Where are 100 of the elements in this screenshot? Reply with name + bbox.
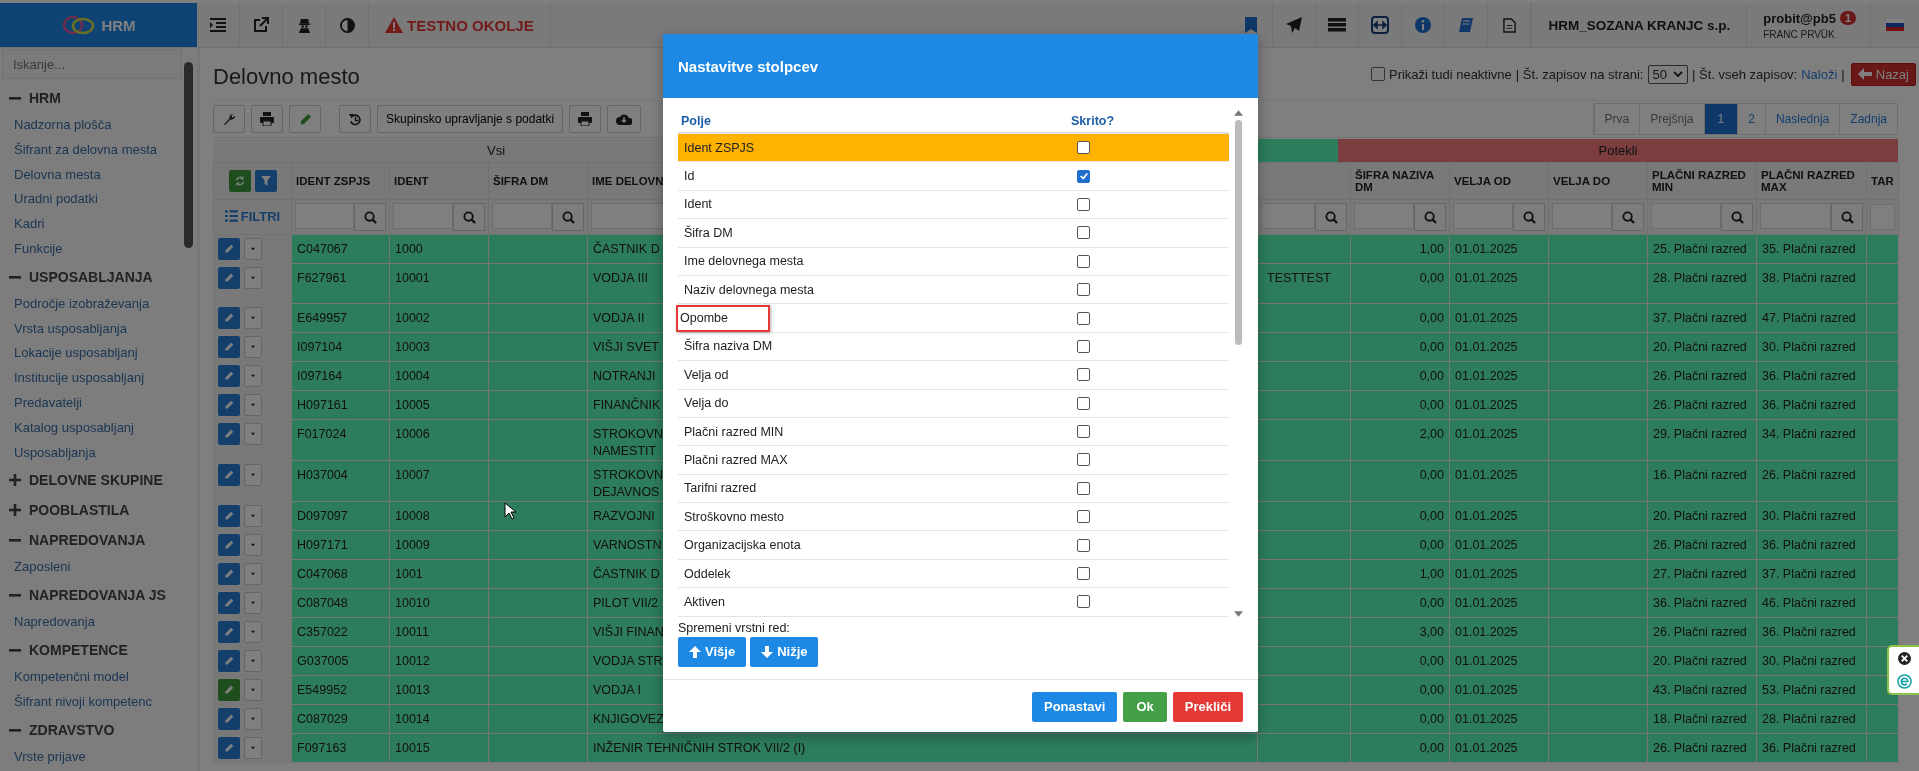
field-row[interactable]: Id: [678, 162, 1229, 191]
edit-button[interactable]: [218, 238, 240, 260]
checkbox[interactable]: [1077, 339, 1090, 353]
filter-field[interactable]: [1453, 203, 1513, 229]
menu-item[interactable]: Vrsta usposabljanja: [0, 316, 184, 342]
edit-button[interactable]: [218, 534, 240, 556]
checkbox[interactable]: [1077, 453, 1090, 467]
filter-field[interactable]: [1552, 203, 1612, 229]
menu-item[interactable]: Katalog usposabljanj: [0, 415, 184, 441]
move-down-button[interactable]: Nižje: [750, 636, 819, 667]
move-up-button[interactable]: Višje: [678, 636, 747, 667]
edit-button[interactable]: [218, 563, 240, 585]
load-link[interactable]: Naloži: [1801, 66, 1838, 82]
menu-item[interactable]: Nadzorna plošča: [0, 113, 184, 138]
edit-button[interactable]: [289, 105, 321, 133]
field-row[interactable]: Šifra naziva DM: [678, 332, 1229, 362]
menu-item[interactable]: Funkcije: [0, 237, 184, 262]
checkbox[interactable]: [1077, 425, 1090, 439]
dropdown-button[interactable]: [244, 650, 262, 672]
field-row[interactable]: Naziv delovnega mesta: [678, 275, 1229, 305]
dropdown-button[interactable]: [244, 534, 262, 556]
checkbox[interactable]: [1077, 396, 1090, 410]
group-edit-button[interactable]: Skupinsko upravljanje s podatki: [377, 105, 564, 133]
undo-button[interactable]: [339, 105, 371, 133]
user-menu[interactable]: probit@pb5 1 FRANC PRVÜK: [1747, 3, 1871, 47]
refresh-button[interactable]: [228, 170, 251, 192]
dropdown-button[interactable]: [244, 394, 262, 416]
edit-button[interactable]: [218, 621, 240, 643]
dropdown-button[interactable]: [244, 464, 262, 486]
dropdown-button[interactable]: [244, 679, 262, 701]
reset-button[interactable]: Ponastavi: [1031, 691, 1118, 722]
menu-group[interactable]: DELOVNE SKUPINE: [0, 465, 184, 496]
back-button[interactable]: Nazaj: [1850, 62, 1916, 86]
search-button[interactable]: [1513, 203, 1545, 231]
dropdown-button[interactable]: [244, 423, 262, 445]
menu-item[interactable]: Napredovanja: [0, 610, 184, 635]
checkbox[interactable]: [1077, 481, 1090, 495]
filter-field[interactable]: [1354, 203, 1414, 229]
filter-field[interactable]: [295, 203, 354, 229]
edit-button[interactable]: [218, 336, 240, 358]
edit-button[interactable]: [218, 365, 240, 387]
search-button[interactable]: [1612, 203, 1644, 231]
dropdown-button[interactable]: [244, 621, 262, 643]
menu-group[interactable]: POOBLASTILA: [0, 495, 184, 526]
search-button[interactable]: [354, 203, 386, 231]
edit-button[interactable]: [218, 650, 240, 672]
filter-field[interactable]: [1651, 203, 1721, 229]
menu-item[interactable]: Kompetenčni model: [0, 664, 184, 690]
field-row[interactable]: Velja do: [678, 389, 1229, 418]
checkbox[interactable]: [1077, 197, 1090, 211]
field-row[interactable]: Plačni razred MAX: [678, 446, 1229, 475]
checkbox[interactable]: [1077, 567, 1090, 581]
search-field[interactable]: Iskanje...: [2, 49, 182, 79]
checkbox[interactable]: [1077, 368, 1090, 382]
checkbox[interactable]: [1077, 169, 1090, 183]
logo-panel[interactable]: HRM: [0, 3, 197, 47]
menu-item[interactable]: Lokacije usposabljanj: [0, 341, 184, 367]
edit-button[interactable]: [218, 737, 240, 759]
menu-group[interactable]: USPOSABLJANJA: [0, 261, 184, 292]
checkbox[interactable]: [1077, 510, 1090, 524]
checkbox[interactable]: [1077, 538, 1090, 552]
edit-button[interactable]: [218, 505, 240, 527]
filter-field[interactable]: [393, 203, 453, 229]
logo-icon[interactable]: [1896, 673, 1912, 689]
menu-group[interactable]: ZDRAVSTVO: [0, 714, 184, 745]
field-row[interactable]: Aktiven: [678, 588, 1229, 617]
search-button[interactable]: [1831, 203, 1863, 231]
menu-group[interactable]: NAPREDOVANJA: [0, 525, 184, 556]
dropdown-button[interactable]: [244, 708, 262, 730]
field-row[interactable]: Plačni razred MIN: [678, 417, 1229, 447]
menu-item[interactable]: Usposabljanja: [0, 440, 184, 466]
checkbox[interactable]: [1077, 141, 1090, 155]
print-button[interactable]: [569, 105, 602, 133]
page-link[interactable]: 1: [1703, 104, 1738, 134]
checkbox[interactable]: [1077, 226, 1090, 240]
field-row[interactable]: Organizacijska enota: [678, 531, 1229, 560]
checkbox[interactable]: [1371, 67, 1385, 81]
dropdown-button[interactable]: [244, 238, 262, 260]
search-button[interactable]: [453, 203, 485, 231]
edit-button[interactable]: [218, 394, 240, 416]
menu-item[interactable]: Šifrant nivoji kompetenc: [0, 689, 184, 715]
caret-up-icon[interactable]: [1233, 110, 1243, 116]
per-page-select[interactable]: 50: [1647, 64, 1688, 84]
filter-field[interactable]: [1760, 203, 1831, 229]
menu-item[interactable]: Delovna mesta: [0, 162, 184, 188]
filter-button[interactable]: [254, 170, 277, 192]
search-button[interactable]: [1414, 203, 1446, 231]
print-button[interactable]: [251, 105, 283, 133]
field-row[interactable]: Ident: [678, 190, 1229, 220]
field-row[interactable]: Tarifni razred: [678, 474, 1229, 504]
page-link[interactable]: Zadnja: [1839, 104, 1897, 134]
field-row[interactable]: Ime delovnega mesta: [678, 247, 1229, 276]
field-row[interactable]: Oddelek: [678, 559, 1229, 589]
dropdown-button[interactable]: [244, 307, 262, 329]
checkbox[interactable]: [1077, 254, 1090, 268]
menu-item[interactable]: Vrste prijave: [0, 744, 184, 770]
edit-button[interactable]: [218, 267, 240, 289]
field-row[interactable]: Opombe: [678, 304, 1229, 333]
menu-group[interactable]: NAPREDOVANJA JS: [0, 580, 184, 611]
download-button[interactable]: [607, 105, 642, 133]
